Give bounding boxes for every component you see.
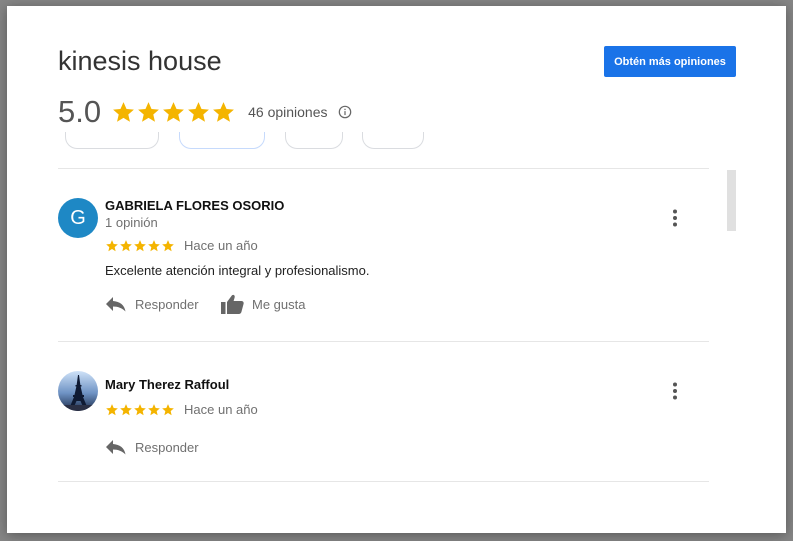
reply-label: Responder xyxy=(135,439,199,455)
like-label: Me gusta xyxy=(252,296,306,312)
reply-label: Responder xyxy=(135,296,199,312)
more-vert-icon[interactable] xyxy=(671,209,679,227)
rating-summary: 5.0 46 opiniones xyxy=(58,94,352,130)
reply-button[interactable]: Responder xyxy=(105,439,199,455)
star-icon xyxy=(188,101,210,122)
sort-chip[interactable] xyxy=(65,132,159,149)
sort-chip[interactable] xyxy=(179,132,265,149)
star-icon xyxy=(163,101,185,122)
review-time: Hace un año xyxy=(184,238,258,253)
review-rating: Hace un año xyxy=(105,238,258,253)
star-icon xyxy=(120,239,132,251)
reviewer-name[interactable]: Mary Therez Raffoul xyxy=(105,377,229,392)
reply-icon xyxy=(106,440,126,455)
reply-icon xyxy=(106,297,126,312)
sort-chip[interactable] xyxy=(285,132,343,149)
review-count: 46 opiniones xyxy=(248,104,328,120)
business-title: kinesis house xyxy=(58,46,222,76)
divider xyxy=(58,341,709,342)
review-rating: Hace un año xyxy=(105,402,258,417)
like-button[interactable]: Me gusta xyxy=(221,294,305,314)
more-vert-icon[interactable] xyxy=(671,382,679,400)
divider xyxy=(58,481,709,482)
star-icon xyxy=(106,239,118,251)
divider xyxy=(58,168,709,169)
get-more-reviews-button[interactable]: Obtén más opiniones xyxy=(604,46,736,77)
star-icon xyxy=(138,101,160,122)
star-icon xyxy=(134,239,146,251)
reviews-dialog: kinesis house Obtén más opiniones 5.0 46… xyxy=(7,6,786,533)
star-icon xyxy=(106,403,118,415)
scrollbar[interactable] xyxy=(727,170,736,231)
info-icon[interactable] xyxy=(338,105,352,119)
review-text: Excelente atención integral y profesiona… xyxy=(105,263,370,278)
star-icon xyxy=(162,403,174,415)
star-icon xyxy=(113,101,135,122)
rating-stars xyxy=(111,100,236,125)
star-icon xyxy=(120,403,132,415)
star-icon xyxy=(213,101,235,122)
sort-chip[interactable] xyxy=(362,132,424,149)
eiffel-tower-photo xyxy=(58,375,98,411)
star-icon xyxy=(162,239,174,251)
review-time: Hace un año xyxy=(184,402,258,417)
star-icon xyxy=(148,239,160,251)
reply-button[interactable]: Responder xyxy=(105,296,199,312)
avatar[interactable] xyxy=(58,371,98,411)
star-icon xyxy=(134,403,146,415)
reviewer-name[interactable]: GABRIELA FLORES OSORIO xyxy=(105,198,284,213)
star-icon xyxy=(148,403,160,415)
sort-chips xyxy=(7,132,786,150)
rating-value: 5.0 xyxy=(58,94,102,129)
avatar[interactable]: G xyxy=(58,198,98,238)
reviewer-review-count: 1 opinión xyxy=(105,215,158,230)
thumbs-up-icon xyxy=(221,294,244,314)
